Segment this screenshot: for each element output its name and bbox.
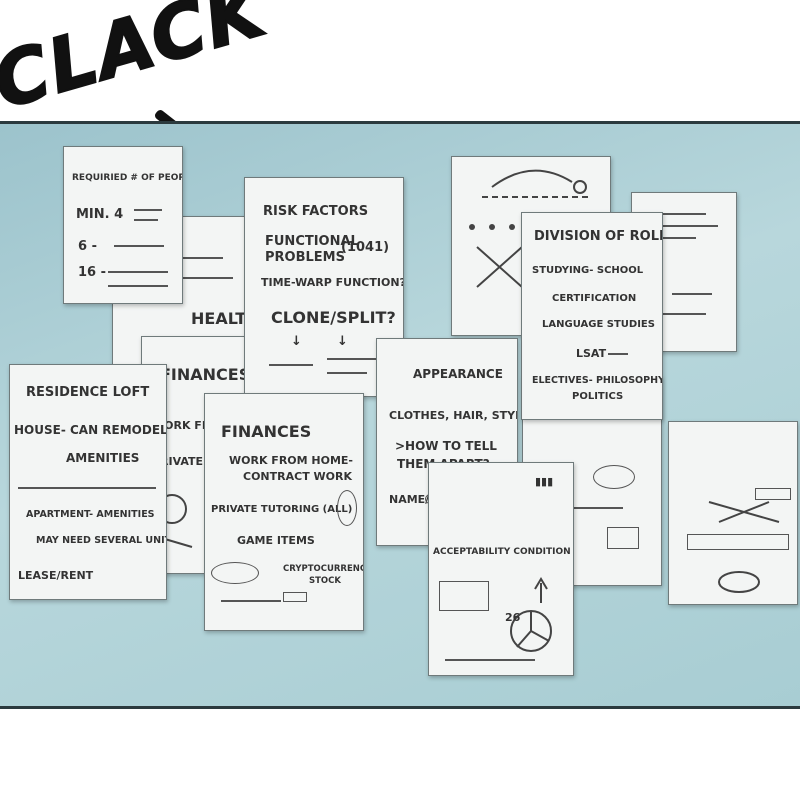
roles-studying: STUDYING- SCHOOL bbox=[532, 265, 644, 276]
sketch-box bbox=[607, 527, 639, 549]
roles-certification: CERTIFICATION bbox=[552, 293, 637, 304]
sketch-oval bbox=[593, 465, 635, 489]
finances-front-work1: WORK FROM HOME- bbox=[229, 454, 354, 467]
risk-title: RISK FACTORS bbox=[263, 204, 369, 219]
roles-language: LANGUAGE STUDIES bbox=[542, 319, 655, 330]
note-acceptability: ▮▮▮ ACCEPTABILITY CONDITION 26 bbox=[428, 462, 574, 676]
residence-apartment: APARTMENT- AMENITIES bbox=[26, 509, 155, 520]
scribble-line bbox=[108, 285, 168, 287]
scribble-line bbox=[108, 271, 168, 273]
finances-front-crypto2: STOCK bbox=[309, 576, 341, 586]
scribble-line bbox=[114, 245, 164, 247]
scribble-line bbox=[269, 364, 313, 366]
scribble-line bbox=[672, 293, 712, 295]
sketch-oval bbox=[337, 490, 357, 526]
residence-lease: LEASE/RENT bbox=[18, 569, 94, 582]
scribble-line bbox=[608, 353, 628, 355]
people-sixteen: 16 - bbox=[78, 265, 107, 280]
residence-title: RESIDENCE LOFT bbox=[26, 385, 150, 400]
note-far-right bbox=[668, 421, 798, 605]
sketch-drawing bbox=[708, 501, 780, 593]
roles-electives: ELECTIVES- PHILOSOPHY, bbox=[532, 375, 663, 386]
finances-front-title: FINANCES bbox=[221, 422, 312, 441]
roles-politics: POLITICS bbox=[572, 391, 624, 402]
arrow-down-icon: ↓ bbox=[291, 334, 302, 349]
people-title: REQUIRIED # of PEOPLE bbox=[72, 173, 182, 183]
risk-timewarp: TIME-WARP FUNCTION? bbox=[261, 276, 404, 289]
appearance-title: APPEARANCE bbox=[413, 367, 503, 381]
note-required-people: REQUIRIED # of PEOPLE MIN. 4 6 - 16 - bbox=[63, 146, 183, 304]
note-finances-front: FINANCES WORK FROM HOME- CONTRACT WORK P… bbox=[204, 393, 364, 631]
finances-front-work2: CONTRACT WORK bbox=[243, 470, 353, 483]
arrow-down-icon: ↓ bbox=[337, 334, 348, 349]
scribble-line bbox=[134, 219, 158, 221]
note-residence: RESIDENCE LOFT HOUSE- CAN REMODEL AMENIT… bbox=[9, 364, 167, 600]
residence-house: HOUSE- CAN REMODEL bbox=[14, 423, 167, 437]
risk-code: (1041) bbox=[341, 240, 390, 255]
divider-line bbox=[18, 487, 156, 489]
scribble-line bbox=[327, 372, 367, 374]
scribble-line bbox=[327, 358, 377, 360]
appearance-tell1: >HOW TO TELL bbox=[395, 439, 497, 453]
people-six: 6 - bbox=[78, 239, 97, 254]
finances-front-tutoring: PRIVATE TUTORING (ALL) bbox=[211, 504, 353, 515]
people-min: MIN. 4 bbox=[76, 207, 124, 222]
roles-title: DIVISION OF ROLES bbox=[534, 229, 663, 244]
sketch-box bbox=[687, 534, 789, 550]
sketch-box bbox=[283, 592, 307, 602]
scribble-line bbox=[221, 600, 281, 602]
residence-amenities: AMENITIES bbox=[66, 451, 140, 465]
scribble-line bbox=[445, 659, 535, 661]
appearance-clothes: CLOTHES, HAIR, STYLE bbox=[389, 409, 518, 422]
risk-clone: CLONE/SPLIT? bbox=[271, 308, 396, 327]
pie-sketch bbox=[510, 577, 552, 652]
finances-front-game: GAME ITEMS bbox=[237, 534, 315, 547]
roles-lsat: LSAT bbox=[576, 347, 607, 360]
sfx-clack: CLACK bbox=[0, 0, 276, 127]
risk-problems: PROBLEMS bbox=[265, 250, 345, 265]
accept-number: 26 bbox=[505, 611, 521, 624]
residence-units: MAY NEED SEVERAL UNITS bbox=[36, 535, 167, 546]
note-division-roles: DIVISION OF ROLES STUDYING- SCHOOL CERTI… bbox=[521, 212, 663, 420]
scribble-line bbox=[134, 209, 162, 211]
sketch-oval bbox=[211, 562, 259, 584]
finances-front-crypto1: CRYPTOCURRENCY/ bbox=[283, 564, 363, 574]
